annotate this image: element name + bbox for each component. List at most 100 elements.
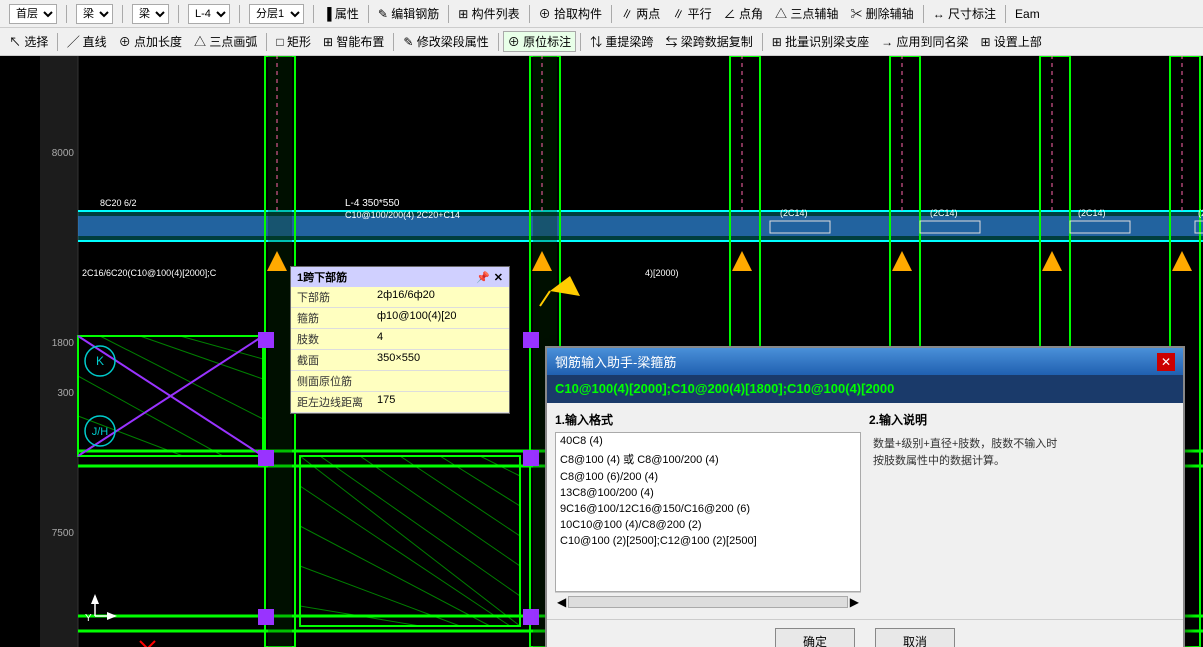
list-item[interactable]: C10@100 (2)[2500];C12@100 (2)[2500] [556, 533, 860, 549]
svg-text:300: 300 [57, 388, 74, 399]
svg-text:7500: 7500 [52, 528, 75, 539]
scrollbar-track[interactable] [568, 596, 848, 608]
svg-text:1800: 1800 [52, 338, 75, 349]
svg-text:Y: Y [85, 613, 92, 624]
sep-e [580, 33, 581, 51]
list-item[interactable]: 9C16@100/12C16@150/C16@200 (6) [556, 501, 860, 517]
cancel-button[interactable]: 取消 [875, 628, 955, 647]
svg-text:8C20 6/2: 8C20 6/2 [100, 198, 137, 208]
label-legs: 肢数 [291, 329, 371, 350]
sep5 [313, 5, 314, 23]
eam-label: Eam [1010, 5, 1045, 23]
type-select[interactable]: 梁柱 [71, 2, 118, 26]
svg-text:(2C14): (2C14) [1198, 208, 1203, 218]
label-side-rebar: 侧面原位筋 [291, 371, 371, 392]
list-item[interactable]: C8@100 (6)/200 (4) [556, 469, 860, 485]
tooltip-title-text: 1跨下部筋 [297, 269, 347, 285]
dialog-body: 1.输入格式 40C8 (4) C8@100 (4) 或 C8@100/200 … [547, 403, 1183, 619]
delete-axis-btn[interactable]: ✂ 删除辅轴 [845, 3, 918, 24]
tooltip-title: 1跨下部筋 📌 ✕ [291, 267, 509, 287]
sep-c [393, 33, 394, 51]
member-select[interactable]: L-4L-1 [183, 2, 235, 26]
floor-dropdown[interactable]: 首层二层 [9, 4, 57, 24]
value-side-rebar [371, 371, 509, 392]
sep-d [498, 33, 499, 51]
table-row: 肢数 4 [291, 329, 509, 350]
svg-text:8000: 8000 [52, 148, 75, 159]
svg-text:J/H: J/H [92, 426, 109, 438]
description-text: 数量+级别+直径+肢数，肢数不输入时按肢数属性中的数据计算。 [869, 432, 1175, 473]
sep8 [529, 5, 530, 23]
confirm-button[interactable]: 确定 [775, 628, 855, 647]
sep7 [448, 5, 449, 23]
table-row: 侧面原位筋 [291, 371, 509, 392]
label-stirrup: 箍筋 [291, 308, 371, 329]
svg-text:4)[2000): 4)[2000) [645, 268, 679, 278]
layer-dropdown[interactable]: 分层1分层2 [249, 4, 304, 24]
rect-btn[interactable]: □ 矩形 [271, 31, 316, 52]
apply-same-btn[interactable]: → 应用到同名梁 [876, 31, 973, 52]
svg-text:(2C14): (2C14) [780, 208, 808, 218]
value-distance: 175 [371, 392, 509, 413]
toolbar2: ↖ 选择 ╱ 直线 ⊕ 点加长度 △ 三点画弧 □ 矩形 ⊞ 智能布置 ✎ 修改… [0, 28, 1203, 56]
batch-identify-btn[interactable]: ⊞ 批量识别梁支座 [767, 31, 874, 52]
list-item[interactable]: 10C10@100 (4)/C8@200 (2) [556, 517, 860, 533]
type-dropdown[interactable]: 梁柱 [76, 4, 113, 24]
sep-b [266, 33, 267, 51]
tooltip-pin-btn[interactable]: 📌 [476, 271, 490, 284]
component-list-btn[interactable]: ⊞ 构件列表 [453, 3, 524, 24]
layer-select[interactable]: 分层1分层2 [244, 2, 309, 26]
sep9 [611, 5, 612, 23]
beam-select[interactable]: 梁 [127, 2, 174, 26]
modify-segment-btn[interactable]: ✎ 修改梁段属性 [398, 31, 493, 52]
steel-input-dialog: 钢筋输入助手-梁箍筋 ✕ C10@100(4)[2000];C10@200(4)… [545, 346, 1185, 647]
sep6 [368, 5, 369, 23]
edit-rebar-btn[interactable]: ✎ 编辑钢筋 [373, 3, 444, 24]
angle-btn[interactable]: ∠ 点角 [719, 3, 768, 24]
line-btn[interactable]: ╱ 直线 [62, 31, 111, 52]
svg-text:2C16/6C20(C10@100(4)[2000];C: 2C16/6C20(C10@100(4)[2000];C [82, 268, 217, 278]
label-section: 截面 [291, 350, 371, 371]
set-top-btn[interactable]: ⊞ 设置上部 [976, 31, 1047, 52]
property-btn[interactable]: ▐ 属性 [318, 3, 364, 24]
value-bottom-rebar: 2ф16/6ф20 [371, 287, 509, 308]
three-point-btn[interactable]: △ 三点辅轴 [770, 3, 843, 24]
tooltip-close-btn[interactable]: ✕ [494, 271, 503, 284]
floor-select[interactable]: 首层二层 [4, 2, 62, 26]
dialog-close-btn[interactable]: ✕ [1157, 353, 1175, 371]
smart-layout-btn[interactable]: ⊞ 智能布置 [318, 31, 389, 52]
sep1 [66, 5, 67, 23]
label-distance: 距左边线距离 [291, 392, 371, 413]
scroll-right-btn[interactable]: ▶ [850, 595, 859, 609]
table-row: 截面 350×550 [291, 350, 509, 371]
copy-data-btn[interactable]: ⇆ 梁跨数据复制 [660, 31, 757, 52]
two-point-btn[interactable]: ∥ 两点 [616, 3, 665, 24]
member-dropdown[interactable]: L-4L-1 [188, 4, 230, 24]
table-row: 箍筋 ф10@100(4)[20 [291, 308, 509, 329]
dialog-input-display: C10@100(4)[2000];C10@200(4)[1800];C10@10… [547, 375, 1183, 403]
add-length-btn[interactable]: ⊕ 点加长度 [114, 31, 187, 52]
re-extract-btn[interactable]: ⇅ 重提梁跨 [585, 31, 658, 52]
pick-component-btn[interactable]: ⊕ 拾取构件 [534, 3, 607, 24]
format-list[interactable]: 40C8 (4) C8@100 (4) 或 C8@100/200 (4) C8@… [555, 432, 861, 592]
arc-btn[interactable]: △ 三点画弧 [189, 31, 262, 52]
list-item[interactable]: 13C8@100/200 (4) [556, 485, 860, 501]
svg-text:C10@100/200(4) 2C20+C14: C10@100/200(4) 2C20+C14 [345, 210, 460, 220]
sep4 [239, 5, 240, 23]
list-item[interactable]: C8@100 (4) 或 C8@100/200 (4) [556, 449, 860, 469]
scroll-left-btn[interactable]: ◀ [557, 595, 566, 609]
canvas-area[interactable]: 8000 1800 300 7500 [0, 56, 1203, 647]
list-item[interactable]: 40C8 (4) [556, 433, 860, 449]
dimension-btn[interactable]: ↔ 尺寸标注 [928, 3, 1001, 24]
original-mark-btn[interactable]: ⊕ 原位标注 [503, 31, 576, 52]
parallel-btn[interactable]: ∥ 平行 [667, 3, 716, 24]
table-row: 距左边线距离 175 [291, 392, 509, 413]
select-btn[interactable]: ↖ 选择 [4, 31, 53, 52]
scrollbar-area: ◀ ▶ [555, 592, 861, 611]
dialog-title: 钢筋输入助手-梁箍筋 [555, 352, 676, 371]
beam-dropdown[interactable]: 梁 [132, 4, 169, 24]
sep3 [178, 5, 179, 23]
svg-text:K: K [96, 354, 104, 368]
table-row: 下部筋 2ф16/6ф20 [291, 287, 509, 308]
sep10 [923, 5, 924, 23]
